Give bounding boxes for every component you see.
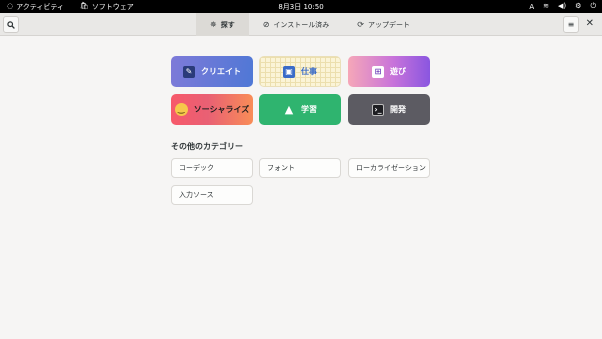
tab-explore-label: 探す bbox=[220, 20, 235, 29]
category-learn-tile[interactable]: ▲ 学習 bbox=[259, 94, 341, 125]
category-input-sources-button[interactable]: 入力ソース bbox=[171, 185, 253, 205]
close-icon: ✕ bbox=[585, 18, 594, 29]
activities-button[interactable]: ◌ アクティビティ bbox=[7, 2, 64, 12]
category-develop-label: 開発 bbox=[390, 105, 406, 114]
category-work-tile[interactable]: ▣ 仕事 bbox=[259, 56, 341, 87]
input-method-indicator[interactable]: A bbox=[529, 3, 534, 11]
activities-label: アクティビティ bbox=[16, 2, 64, 11]
create-icon: ✎ bbox=[183, 65, 195, 78]
tab-updates[interactable]: ⟳ アップデート bbox=[343, 13, 424, 36]
work-icon: ▣ bbox=[283, 65, 295, 78]
view-switcher: ✵ 探す ⊘ インストール済み ⟳ アップデート bbox=[196, 13, 424, 36]
tab-updates-label: アップデート bbox=[367, 20, 410, 29]
check-circle-icon: ⊘ bbox=[262, 19, 270, 29]
category-localization-button[interactable]: ローカライゼーション bbox=[348, 158, 430, 178]
search-icon bbox=[7, 20, 15, 29]
terminal-icon: ›_ bbox=[372, 103, 384, 116]
category-play-label: 遊び bbox=[390, 67, 406, 76]
gamepad-icon: ⊞ bbox=[372, 65, 384, 78]
close-window-button[interactable]: ✕ bbox=[586, 18, 594, 29]
software-bag-icon: 🛍︎ bbox=[79, 2, 89, 10]
category-fonts-button[interactable]: フォント bbox=[259, 158, 341, 178]
tab-installed[interactable]: ⊘ インストール済み bbox=[249, 13, 344, 36]
hamburger-menu-icon: ≡ bbox=[567, 19, 575, 29]
clock[interactable]: 8月3日 10:50 bbox=[278, 3, 323, 11]
network-icon[interactable]: ≋ bbox=[543, 3, 549, 10]
app-menu-button[interactable]: 🛍︎ ソフトウェア bbox=[80, 2, 134, 12]
explore-icon: ✵ bbox=[210, 19, 217, 29]
tab-explore[interactable]: ✵ 探す bbox=[196, 13, 249, 36]
category-create-label: クリエイト bbox=[201, 67, 241, 76]
settings-indicator-icon[interactable]: ⚙ bbox=[575, 3, 581, 10]
header-bar: ✵ 探す ⊘ インストール済み ⟳ アップデート ≡ ✕ bbox=[0, 13, 602, 36]
tab-installed-label: インストール済み bbox=[273, 20, 330, 29]
emoji-face-icon: ‿ bbox=[174, 103, 188, 116]
category-learn-label: 学習 bbox=[301, 105, 317, 114]
app-menu-label: ソフトウェア bbox=[91, 2, 134, 11]
other-categories-heading: その他のカテゴリー bbox=[171, 142, 243, 151]
search-button[interactable] bbox=[3, 16, 19, 33]
category-work-label: 仕事 bbox=[301, 67, 317, 76]
refresh-icon: ⟳ bbox=[357, 19, 364, 29]
category-codecs-button[interactable]: コーデック bbox=[171, 158, 253, 178]
category-socialize-label: ソーシャライズ bbox=[193, 105, 250, 114]
power-icon[interactable]: ⏻ bbox=[590, 3, 596, 10]
category-create-tile[interactable]: ✎ クリエイト bbox=[171, 56, 253, 87]
category-socialize-tile[interactable]: ‿ ソーシャライズ bbox=[171, 94, 253, 125]
triangle-ruler-icon: ▲ bbox=[284, 103, 294, 116]
category-develop-tile[interactable]: ›_ 開発 bbox=[348, 94, 430, 125]
volume-icon[interactable]: ◀) bbox=[558, 3, 566, 10]
system-top-bar: ◌ アクティビティ 🛍︎ ソフトウェア 8月3日 10:50 A ≋ ◀) ⚙ … bbox=[0, 0, 602, 13]
activities-icon: ◌ bbox=[7, 2, 14, 10]
category-play-tile[interactable]: ⊞ 遊び bbox=[348, 56, 430, 87]
main-menu-button[interactable]: ≡ bbox=[563, 16, 579, 33]
